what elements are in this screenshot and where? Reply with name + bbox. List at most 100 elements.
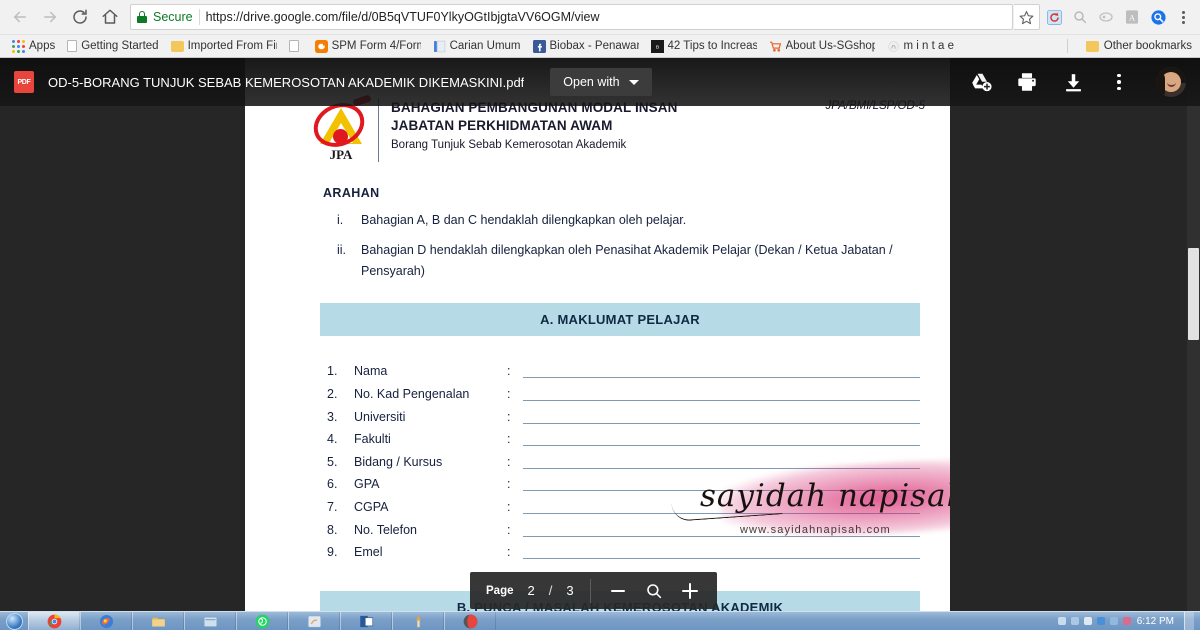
bookmark-star-icon[interactable] [1014,4,1040,30]
apps-grid-icon [12,39,25,53]
taskbar-item-word[interactable] [340,611,392,630]
zoom-fit-button[interactable] [643,580,665,602]
instruction-item: ii. Bahagian D hendaklah dilengkapkan ol… [323,240,920,281]
bookmark-item-mintae[interactable]: m i n t a e [881,38,961,55]
home-icon[interactable] [96,3,124,31]
form-row: 2. No. Kad Pengenalan : [320,378,920,401]
more-options-icon[interactable] [1106,69,1132,95]
pdf-page-canvas[interactable]: JPA BAHAGIAN PEMBANGUNAN MODAL INSAN JAB… [245,58,950,611]
show-desktop-button[interactable] [1184,611,1194,630]
taskbar-item-antivirus[interactable] [392,611,444,630]
account-avatar[interactable] [1156,67,1186,97]
adobe-pdf-extension-icon[interactable]: A [1120,5,1144,29]
taskbar-item-opera[interactable] [444,611,496,630]
antivirus-icon [411,614,426,629]
field-input-line[interactable] [523,401,920,424]
taskbar-item-explorer[interactable] [132,611,184,630]
field-colon: : [507,364,511,379]
page-navigation-toolbar: Page 2 / 3 [470,572,717,609]
add-to-drive-icon[interactable] [968,69,994,95]
pdf-filename: OD-5-BORANG TUNJUK SEBAB KEMEROSOTAN AKA… [48,74,525,90]
field-number: 5. [327,454,338,469]
zoom-out-button[interactable] [607,580,629,602]
pdf-scrollbar[interactable] [1187,58,1200,611]
refresh-extension-icon[interactable] [1042,5,1066,29]
start-button[interactable] [0,612,28,630]
pdf-scrollbar-thumb[interactable] [1188,248,1199,340]
tab-extension-gray-icon[interactable] [1094,5,1118,29]
back-arrow-icon[interactable] [6,3,34,31]
field-colon: : [507,499,511,514]
tray-icon-volume[interactable] [1070,617,1079,625]
field-input-line[interactable] [523,378,920,401]
download-icon[interactable] [1060,69,1086,95]
bookmark-label: 42 Tips to Increase W [667,40,757,52]
field-label: Fakulti [354,432,391,447]
field-number: 9. [327,545,338,560]
bookmark-item-42-tips[interactable]: B 42 Tips to Increase W [645,38,763,55]
bookmark-label: About Us-SGshop [785,40,875,52]
jpa-logo-text: JPA [329,147,353,162]
tray-icon-battery[interactable] [1083,617,1092,625]
page-icon [288,40,299,52]
address-bar[interactable]: Secure https://drive.google.com/file/d/0… [130,4,1013,30]
reload-icon[interactable] [66,3,94,31]
field-input-line[interactable] [523,446,920,469]
blogger-icon [314,39,328,53]
bookmark-item-getting-started[interactable]: Getting Started [61,38,164,54]
taskbar-item-firefox[interactable] [80,611,132,630]
field-input-line[interactable] [523,491,920,514]
tray-icon-app-blue[interactable] [1096,617,1105,625]
other-bookmarks-folder[interactable]: Other bookmarks [1085,40,1192,52]
field-colon: : [507,522,511,537]
bookmark-item-biobax[interactable]: Biobax - Penawar Sak [527,38,645,55]
field-input-line[interactable] [523,356,920,379]
bookmarks-bar: Apps Getting Started Imported From Firef… [0,34,1200,57]
instruction-item: i. Bahagian A, B dan C hendaklah dilengk… [323,210,920,230]
search-extension-gray-icon[interactable] [1068,5,1092,29]
bookmark-item-imported-from-firefox[interactable]: Imported From Firefo [165,38,283,54]
taskbar-item-whatsapp[interactable] [236,611,288,630]
page-label: Page [486,584,514,597]
paint-icon [307,614,322,629]
field-input-line[interactable] [523,537,920,560]
instructions-section: ARAHAN i. Bahagian A, B dan C hendaklah … [245,162,950,281]
tray-icon-app[interactable] [1109,617,1118,625]
word-icon [359,614,374,629]
bookmark-item-carian-umum[interactable]: Carian Umum [427,38,527,55]
pdf-action-buttons [968,67,1186,97]
bookmark-label: Imported From Firefo [187,40,277,52]
bookmark-item-about-us-sgshop[interactable]: About Us-SGshop [763,38,881,55]
field-input-line[interactable] [523,514,920,537]
tray-icon-app-pink[interactable] [1122,617,1131,625]
zoom-in-button[interactable] [679,580,701,602]
svg-text:B: B [655,44,658,50]
print-icon[interactable] [1014,69,1040,95]
section-a-header: A. MAKLUMAT PELAJAR [320,302,920,336]
taskbar-item-chrome[interactable] [28,611,80,630]
field-colon: : [507,386,511,401]
bookmark-apps[interactable]: Apps [6,38,61,55]
taskbar-item-paint[interactable] [288,611,340,630]
bookmark-item-spm-form[interactable]: SPM Form 4/Form5 N [309,38,427,55]
taskbar-item-folder[interactable] [184,611,236,630]
open-with-button[interactable]: Open with [550,68,652,96]
firefox-icon [99,614,114,629]
field-number: 4. [327,432,338,447]
instruction-number: ii. [337,243,347,258]
form-row: 5. Bidang / Kursus : [320,446,920,469]
tray-icon-network[interactable] [1057,617,1066,625]
generic-favicon-icon [887,40,900,53]
blog-icon: B [650,39,664,53]
folder-icon [1085,40,1099,52]
instruction-text: Bahagian D hendaklah dilengkapkan oleh P… [361,243,893,278]
current-page-number[interactable]: 2 [528,583,535,598]
bookmark-item-untitled[interactable] [283,38,309,54]
field-input-line[interactable] [523,424,920,447]
chrome-menu-icon[interactable] [1172,10,1194,24]
taskbar-clock[interactable]: 6:12 PM [1137,616,1174,627]
field-input-line[interactable] [523,469,920,492]
search-extension-blue-icon[interactable] [1146,5,1170,29]
org-line-3: Borang Tunjuk Sebab Kemerosotan Akademik [391,138,627,151]
forward-arrow-icon[interactable] [36,3,64,31]
